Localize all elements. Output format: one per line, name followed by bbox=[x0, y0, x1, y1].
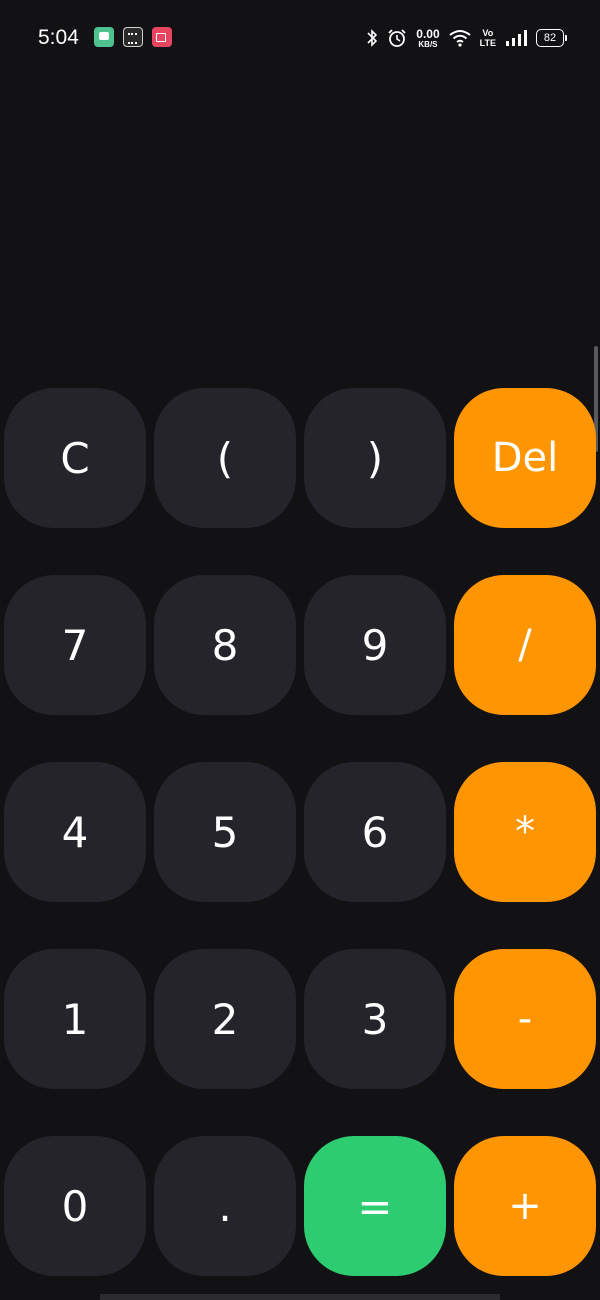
key-label: * bbox=[515, 809, 535, 855]
clear-button[interactable]: C bbox=[4, 388, 146, 528]
close-paren-button[interactable]: ) bbox=[304, 388, 446, 528]
divide-button[interactable]: / bbox=[454, 575, 596, 715]
key-label: Del bbox=[491, 435, 559, 481]
key-label: 0 bbox=[61, 1181, 89, 1231]
navigation-gesture-bar[interactable] bbox=[100, 1294, 500, 1300]
key-label: 6 bbox=[361, 807, 389, 857]
key-label: ) bbox=[366, 433, 384, 483]
digit-4-button[interactable]: 4 bbox=[4, 762, 146, 902]
key-label: 1 bbox=[61, 994, 89, 1044]
subtract-button[interactable]: - bbox=[454, 949, 596, 1089]
key-label: ( bbox=[216, 433, 234, 483]
decimal-point-button[interactable]: . bbox=[154, 1136, 296, 1276]
delete-button[interactable]: Del bbox=[454, 388, 596, 528]
digit-0-button[interactable]: 0 bbox=[4, 1136, 146, 1276]
key-label: / bbox=[518, 622, 532, 668]
key-label: + bbox=[508, 1183, 542, 1229]
add-button[interactable]: + bbox=[454, 1136, 596, 1276]
digit-1-button[interactable]: 1 bbox=[4, 949, 146, 1089]
keypad: C ( ) Del 7 8 9 / 4 5 6 * 1 2 3 - 0 . = … bbox=[0, 0, 600, 1300]
key-label: 3 bbox=[361, 994, 389, 1044]
digit-7-button[interactable]: 7 bbox=[4, 575, 146, 715]
key-label: C bbox=[60, 433, 90, 483]
open-paren-button[interactable]: ( bbox=[154, 388, 296, 528]
key-label: . bbox=[218, 1181, 232, 1231]
multiply-button[interactable]: * bbox=[454, 762, 596, 902]
key-label: 4 bbox=[61, 807, 89, 857]
key-label: 8 bbox=[211, 620, 239, 670]
key-label: 9 bbox=[361, 620, 389, 670]
digit-9-button[interactable]: 9 bbox=[304, 575, 446, 715]
calculator-screen: 5:04 0.00 KB/S Vo LTE 82 C () Del 7 8 9… bbox=[0, 0, 600, 1300]
digit-3-button[interactable]: 3 bbox=[304, 949, 446, 1089]
digit-5-button[interactable]: 5 bbox=[154, 762, 296, 902]
key-label: 2 bbox=[211, 994, 239, 1044]
equals-button[interactable]: = bbox=[304, 1136, 446, 1276]
digit-2-button[interactable]: 2 bbox=[154, 949, 296, 1089]
key-label: 7 bbox=[61, 620, 89, 670]
digit-8-button[interactable]: 8 bbox=[154, 575, 296, 715]
key-label: = bbox=[357, 1181, 393, 1231]
digit-6-button[interactable]: 6 bbox=[304, 762, 446, 902]
key-label: 5 bbox=[211, 807, 239, 857]
key-label: - bbox=[517, 996, 533, 1042]
